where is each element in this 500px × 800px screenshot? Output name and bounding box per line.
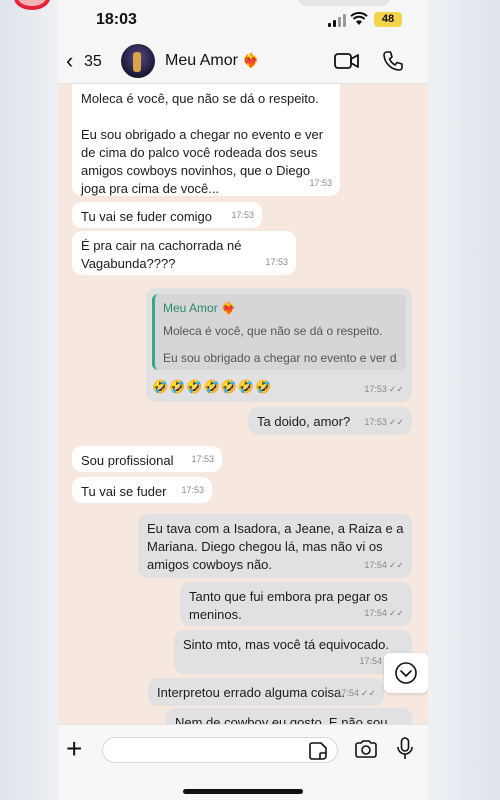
dynamic-island [298, 0, 390, 6]
quoted-author-emoji: ❤️‍🔥 [221, 301, 236, 315]
message-outgoing[interactable]: Interpretou errado alguma coisa. 17:54 ✓✓ [148, 678, 384, 706]
message-text: Sou profissional [81, 453, 174, 468]
screen-frame: 18:03 48 ‹ 35 Meu Amor ❤️‍🔥 [0, 0, 500, 800]
message-time: 17:54 ✓✓ [336, 684, 376, 702]
plus-icon[interactable]: + [66, 735, 82, 763]
sticker-icon[interactable] [308, 741, 328, 761]
read-receipt-icon: ✓✓ [360, 688, 376, 698]
message-text: Tu vai se fuder comigo [81, 209, 213, 224]
chevron-down-icon [395, 662, 417, 684]
home-indicator [183, 789, 303, 794]
video-camera-icon[interactable] [334, 52, 360, 70]
message-incoming[interactable]: Sou profissional 17:53 [72, 446, 222, 472]
unread-count[interactable]: 35 [84, 53, 102, 71]
message-input[interactable] [102, 737, 338, 763]
scroll-to-bottom-button[interactable] [384, 653, 428, 693]
read-receipt-icon: ✓✓ [388, 384, 404, 394]
message-outgoing[interactable]: Tanto que fui embora pra pegar os menino… [180, 582, 412, 626]
message-incoming[interactable]: Tu vai se fuder 17:53 [72, 477, 212, 503]
message-text: Nem de cowboy eu gosto. E não sou [175, 715, 388, 724]
composer-bar: + [58, 724, 428, 800]
quoted-author: Meu Amor ❤️‍🔥 [163, 300, 398, 317]
message-time-value: 17:54 [359, 656, 382, 666]
message-time: 17:54 ✓✓ [364, 556, 404, 574]
camera-icon[interactable] [354, 739, 378, 759]
message-incoming[interactable]: Moleca é você, que não se dá o respeito.… [72, 84, 340, 196]
message-time: 17:53 [309, 178, 332, 188]
message-text: Moleca é você, que não se dá o respeito.… [81, 91, 324, 196]
message-time-value: 17:54 [336, 688, 359, 698]
message-time: 17:54 ✓✓ [364, 604, 404, 622]
message-text: Ta doido, amor? [257, 414, 351, 429]
contact-title[interactable]: Meu Amor ❤️‍🔥 [165, 52, 260, 70]
message-time: 17:53 [265, 257, 288, 267]
left-margin [0, 0, 58, 800]
message-outgoing-reply[interactable]: Meu Amor ❤️‍🔥 Moleca é você, que não se … [146, 288, 412, 402]
message-text: É pra cair na cachorrada né Vagabunda???… [81, 238, 242, 271]
message-time: 17:53 [231, 210, 254, 220]
contact-name: Meu Amor [165, 52, 238, 69]
avatar[interactable] [121, 44, 155, 78]
chevron-left-icon[interactable]: ‹ [66, 50, 73, 72]
microphone-icon[interactable] [396, 737, 414, 761]
contact-emoji: ❤️‍🔥 [242, 52, 260, 68]
wifi-icon [350, 12, 368, 25]
message-time: 17:53 [191, 454, 214, 464]
message-text: Interpretou errado alguma coisa. [157, 685, 345, 700]
read-receipt-icon: ✓✓ [388, 417, 404, 427]
chat-screen: 18:03 48 ‹ 35 Meu Amor ❤️‍🔥 [58, 0, 428, 800]
read-receipt-icon: ✓✓ [388, 608, 404, 618]
message-outgoing[interactable]: Sinto mto, mas você tá equivocado. 17:54 [174, 630, 412, 674]
message-outgoing[interactable]: Ta doido, amor? 17:53 ✓✓ [248, 407, 412, 435]
message-time: 17:53 ✓✓ [364, 380, 404, 398]
chat-header: ‹ 35 Meu Amor ❤️‍🔥 [58, 40, 428, 84]
phone-icon[interactable] [382, 50, 404, 72]
message-incoming[interactable]: Tu vai se fuder comigo 17:53 [72, 202, 262, 228]
message-incoming[interactable]: É pra cair na cachorrada né Vagabunda???… [72, 231, 296, 275]
message-time-value: 17:54 [364, 608, 387, 618]
message-outgoing[interactable]: Nem de cowboy eu gosto. E não sou [166, 708, 412, 724]
message-time: 17:54 [359, 652, 382, 670]
quoted-author-name: Meu Amor [163, 301, 218, 315]
message-time-value: 17:53 [364, 384, 387, 394]
battery-badge: 48 [374, 12, 402, 27]
message-text: Tu vai se fuder [81, 484, 167, 499]
read-receipt-icon: ✓✓ [388, 560, 404, 570]
right-margin [428, 0, 500, 800]
message-time-value: 17:54 [364, 560, 387, 570]
cellular-signal-icon [328, 14, 346, 27]
message-time-value: 17:53 [364, 417, 387, 427]
message-time: 17:53 [181, 485, 204, 495]
quoted-text-line-1: Moleca é você, que não se dá o respeito. [163, 324, 383, 338]
quoted-text-line-2: Eu sou obrigado a chegar no evento e ver… [163, 351, 398, 365]
status-time: 18:03 [96, 11, 137, 28]
message-time: 17:53 ✓✓ [364, 413, 404, 431]
quoted-message[interactable]: Meu Amor ❤️‍🔥 Moleca é você, que não se … [152, 294, 406, 370]
message-outgoing[interactable]: Eu tava com a Isadora, a Jeane, a Raiza … [138, 514, 412, 578]
status-bar: 18:03 48 [58, 0, 428, 40]
message-list[interactable]: Moleca é você, que não se dá o respeito.… [58, 84, 428, 724]
